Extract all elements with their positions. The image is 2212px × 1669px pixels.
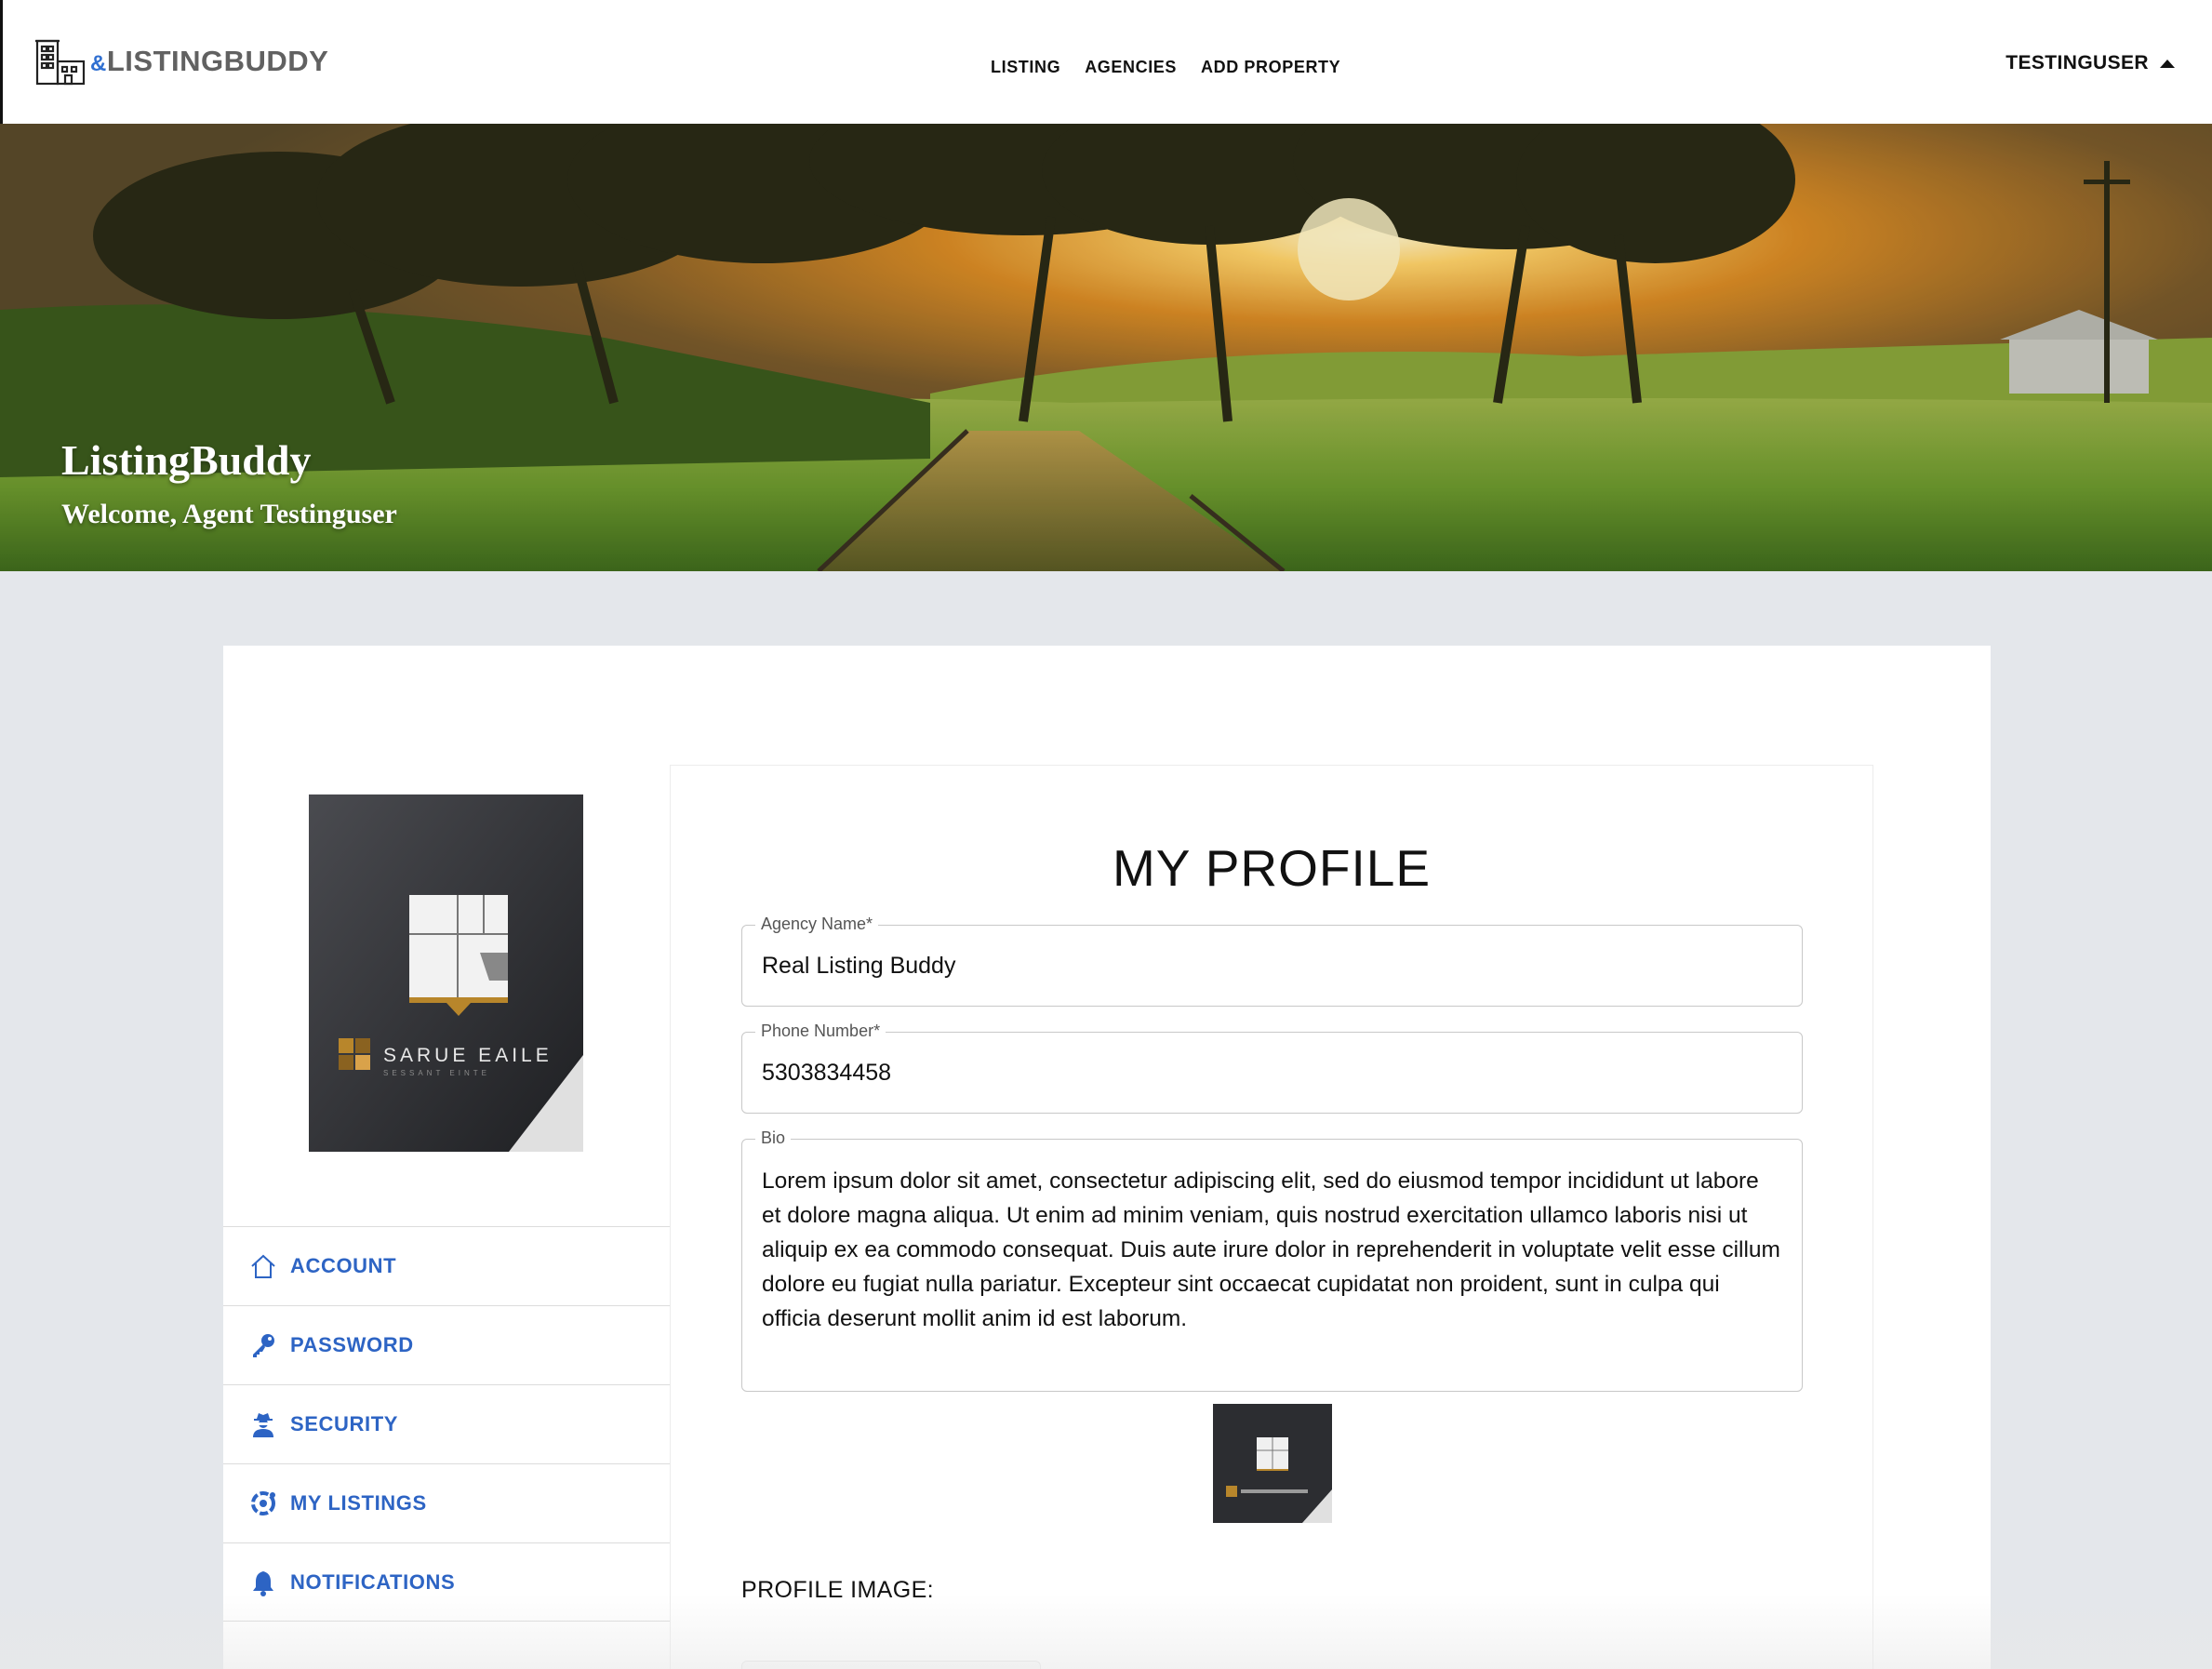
agency-name-value[interactable]: Real Listing Buddy <box>742 953 955 980</box>
hero-title: ListingBuddy <box>61 436 312 484</box>
key-icon <box>247 1329 279 1361</box>
bio-field[interactable]: Bio Lorem ipsum dolor sit amet, consecte… <box>741 1128 1803 1392</box>
caret-up-icon <box>2160 59 2175 68</box>
brand-name-text: SARUE EAILE <box>383 1045 553 1066</box>
sidebar-item-account[interactable]: ACCOUNT <box>223 1226 670 1305</box>
site-logo[interactable]: &LISTINGBUDDY <box>34 37 328 86</box>
bio-textarea[interactable]: Lorem ipsum dolor sit amet, consectetur … <box>742 1140 1802 1336</box>
profile-form-panel: MY PROFILE Agency Name* Real Listing Bud… <box>670 765 1873 1669</box>
nav-add-property-link[interactable]: ADD PROPERTY <box>1201 58 1340 77</box>
listings-icon <box>247 1488 279 1519</box>
sidebar-item-label: MY LISTINGS <box>290 1491 427 1515</box>
bio-label: Bio <box>755 1128 792 1148</box>
top-navbar: &LISTINGBUDDY LISTING AGENCIES ADD PROPE… <box>0 0 2212 124</box>
building-icon <box>35 39 86 86</box>
hero-welcome-text: Welcome, Agent Testinguser <box>61 499 397 529</box>
nav-agencies-link[interactable]: AGENCIES <box>1085 58 1177 77</box>
user-secret-icon <box>247 1409 279 1440</box>
agency-avatar-image: SARUE EAILE SESSANT EINTE <box>309 794 583 1152</box>
brand-tagline-text: SESSANT EINTE <box>383 1069 490 1077</box>
user-menu-toggle[interactable]: TESTINGUSER <box>2005 52 2175 74</box>
settings-side-menu: ACCOUNT PASSWORD SECURITY MY LISTINGS NO… <box>223 1226 670 1622</box>
agency-name-label: Agency Name* <box>755 915 879 934</box>
nav-listing-link[interactable]: LISTING <box>991 58 1060 77</box>
sidebar-item-label: PASSWORD <box>290 1333 414 1356</box>
home-icon <box>247 1250 279 1282</box>
hero-banner: ListingBuddy Welcome, Agent Testinguser <box>0 124 2212 571</box>
profile-image-upload-button[interactable] <box>741 1661 1041 1669</box>
phone-number-value[interactable]: 5303834458 <box>742 1060 891 1087</box>
sidebar-item-label: SECURITY <box>290 1412 399 1435</box>
sidebar-item-password[interactable]: PASSWORD <box>223 1305 670 1384</box>
profile-image-preview <box>1213 1404 1332 1523</box>
sidebar-item-notifications[interactable]: NOTIFICATIONS <box>223 1542 670 1622</box>
profile-image-label: PROFILE IMAGE: <box>741 1577 935 1603</box>
sidebar-item-label: ACCOUNT <box>290 1254 397 1277</box>
sidebar-item-label: NOTIFICATIONS <box>290 1569 456 1594</box>
sidebar-item-security[interactable]: SECURITY <box>223 1384 670 1463</box>
agency-name-field[interactable]: Agency Name* Real Listing Buddy <box>741 915 1803 1007</box>
profile-card: SARUE EAILE SESSANT EINTE ACCOUNT PASSWO… <box>223 646 1991 1669</box>
logo-text: &LISTINGBUDDY <box>90 45 329 77</box>
phone-number-label: Phone Number* <box>755 1021 886 1041</box>
phone-number-field[interactable]: Phone Number* 5303834458 <box>741 1021 1803 1114</box>
main-nav: LISTING AGENCIES ADD PROPERTY <box>991 58 1340 77</box>
bell-icon <box>247 1567 279 1598</box>
page-title: MY PROFILE <box>1112 839 1432 897</box>
sidebar-item-my-listings[interactable]: MY LISTINGS <box>223 1463 670 1542</box>
username-label: TESTINGUSER <box>2005 52 2149 73</box>
